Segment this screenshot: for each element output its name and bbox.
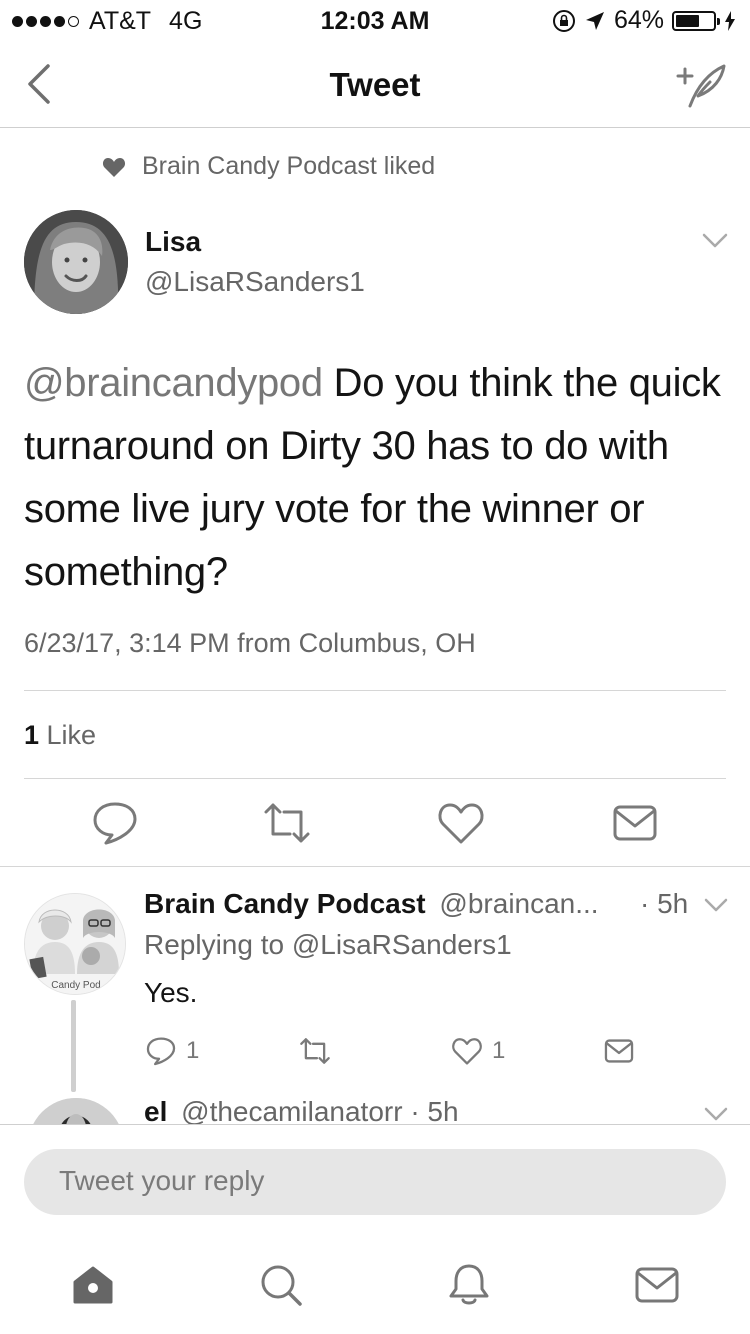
- charging-bolt-icon: [725, 10, 735, 31]
- reply-icon: [146, 1037, 176, 1066]
- author-avatar[interactable]: [24, 210, 128, 314]
- retweet-icon: [300, 1038, 330, 1064]
- social-context: Brain Candy Podcast liked: [102, 152, 435, 181]
- messages-icon[interactable]: [634, 1262, 680, 1308]
- reply-text: Yes.: [144, 977, 198, 1008]
- notifications-icon[interactable]: [446, 1262, 492, 1308]
- status-right: 64%: [552, 6, 736, 35]
- battery-icon: [672, 10, 720, 31]
- reply-message-action[interactable]: [602, 1036, 636, 1066]
- reply-retweet-action[interactable]: [296, 1036, 334, 1066]
- like-count: 1: [24, 720, 40, 750]
- chevron-down-icon[interactable]: [704, 897, 728, 913]
- reply-like-count: 1: [492, 1037, 506, 1064]
- chevron-down-icon[interactable]: [704, 1106, 728, 1122]
- author-handle: @LisaRSanders1: [145, 266, 365, 297]
- tweet-timestamp-location: 6/23/17, 3:14 PM from Columbus, OH: [24, 628, 476, 658]
- next-reply-handle: @thecamilanatorr · 5h: [181, 1096, 459, 1124]
- like-count-row[interactable]: 1 Like: [24, 720, 96, 751]
- reply-author-name: Brain Candy Podcast: [144, 888, 426, 919]
- next-reply[interactable]: el @thecamilanatorr · 5h: [0, 1094, 750, 1124]
- avatar-photo: [24, 210, 128, 314]
- reply-like-action[interactable]: 1: [450, 1036, 505, 1066]
- location-arrow-icon: [585, 11, 604, 30]
- compose-tweet-icon[interactable]: [672, 60, 728, 110]
- reply-icon[interactable]: [90, 800, 140, 846]
- author-block[interactable]: Lisa @LisaRSanders1: [145, 226, 365, 298]
- like-icon[interactable]: [436, 800, 486, 846]
- divider: [24, 778, 726, 779]
- like-label: Like: [39, 720, 97, 750]
- chevron-down-icon[interactable]: [702, 232, 728, 250]
- direct-message-icon[interactable]: [610, 800, 660, 846]
- page-title: Tweet: [329, 66, 421, 103]
- home-icon[interactable]: [70, 1262, 116, 1308]
- reply-input[interactable]: Tweet your reply: [24, 1149, 726, 1215]
- retweet-icon[interactable]: [262, 800, 312, 846]
- liked-by-text: Brain Candy Podcast liked: [142, 152, 436, 180]
- search-icon[interactable]: [258, 1262, 304, 1308]
- tweet-text: @braincandypod Do you think the quick tu…: [24, 352, 724, 604]
- status-bar: AT&T 4G 12:03 AM 64%: [0, 0, 750, 40]
- reply-author-handle: @braincan...: [439, 888, 599, 919]
- reply-count: 1: [186, 1037, 200, 1064]
- next-reply-author-name: el: [144, 1096, 168, 1124]
- reply-composer-bar: Tweet your reply: [0, 1124, 750, 1234]
- reply-avatar[interactable]: Candy Pod: [24, 893, 126, 995]
- like-icon: [452, 1038, 482, 1065]
- heart-icon: [102, 157, 126, 177]
- reply-time: · 5h: [640, 888, 689, 919]
- next-reply-avatar[interactable]: [28, 1098, 124, 1124]
- navigation-bar: Tweet: [0, 40, 750, 128]
- tweet-action-bar: [0, 800, 750, 850]
- reply-header[interactable]: Brain Candy Podcast @braincan...: [144, 888, 599, 920]
- divider: [24, 690, 726, 691]
- direct-message-icon: [604, 1039, 634, 1063]
- avatar-caption: Candy Pod: [51, 980, 101, 991]
- avatar-photo: [28, 1098, 124, 1124]
- mention-link[interactable]: @braincandypod: [24, 361, 323, 405]
- tab-bar: [0, 1234, 750, 1334]
- thread-connector: [71, 1000, 76, 1092]
- next-reply-header: el @thecamilanatorr · 5h: [144, 1096, 459, 1124]
- replying-to[interactable]: Replying to @LisaRSanders1: [144, 929, 512, 961]
- author-name: Lisa: [145, 226, 202, 257]
- reply-reply-action[interactable]: 1: [144, 1036, 199, 1066]
- divider: [0, 866, 750, 867]
- battery-percent: 64%: [613, 6, 664, 34]
- orientation-lock-icon: [552, 9, 575, 32]
